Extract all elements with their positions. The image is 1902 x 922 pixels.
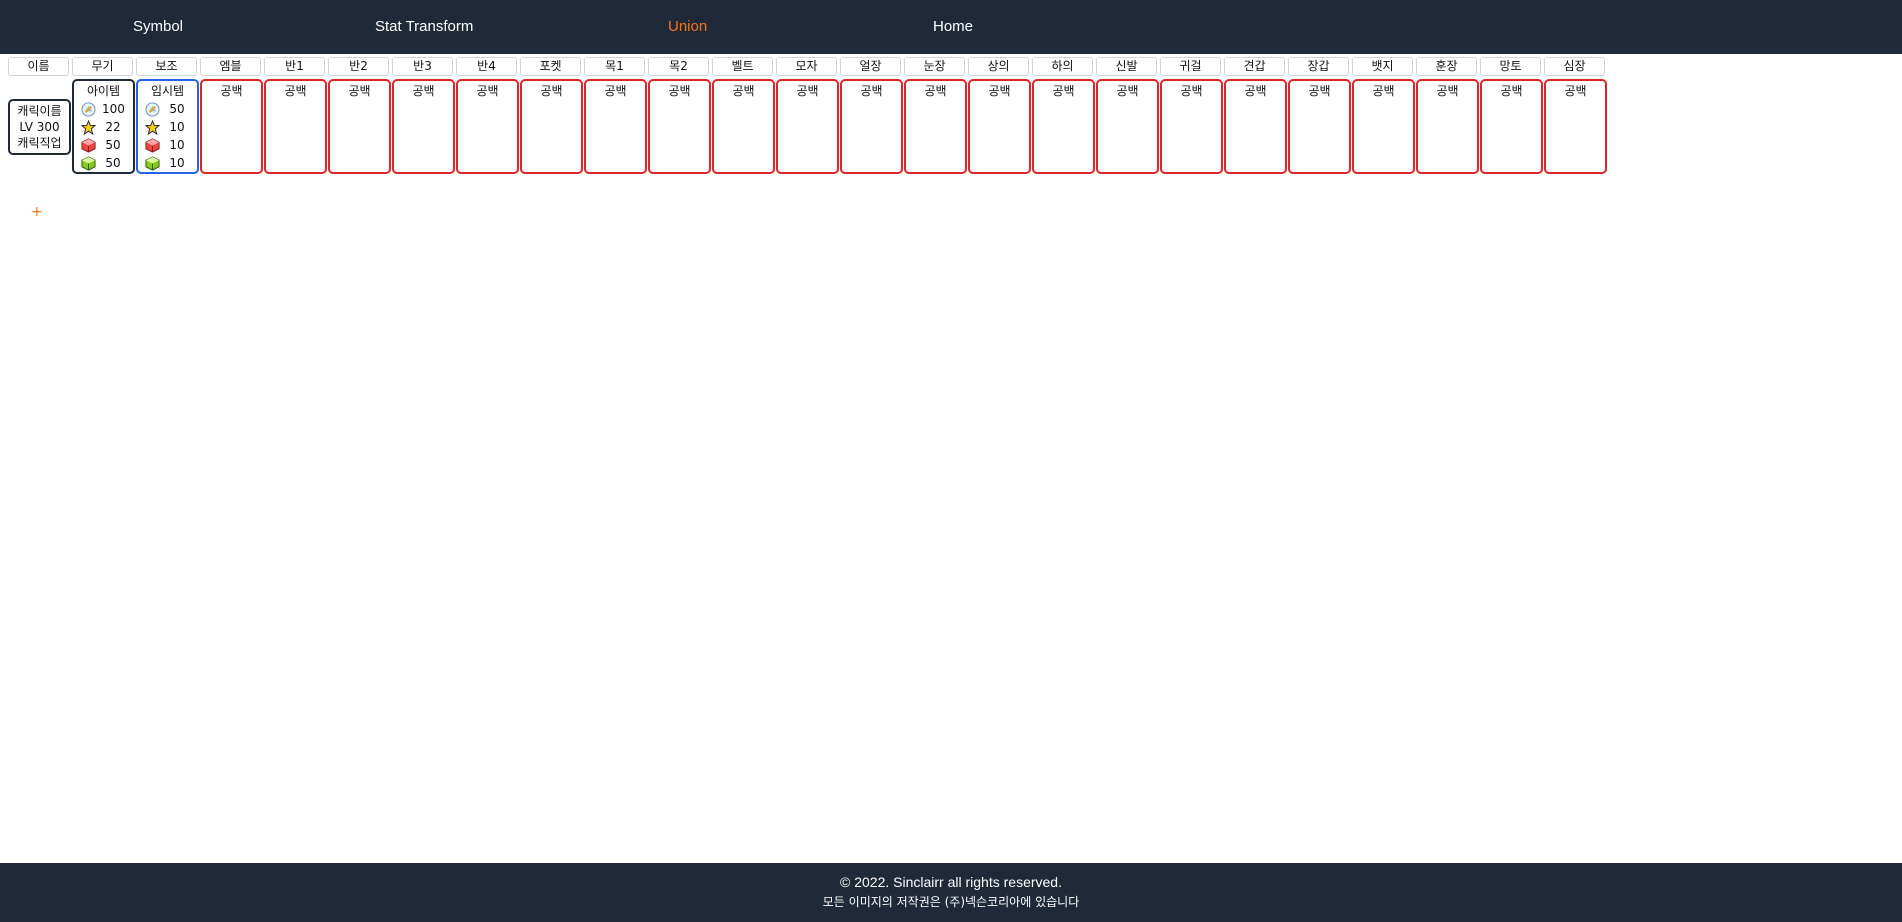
stat-value: 10 <box>169 120 185 134</box>
column-header: 하의 <box>1032 57 1093 76</box>
weapon-slot[interactable]: 아이템 100 22 50 50 <box>72 79 135 174</box>
column-header: 상의 <box>968 57 1029 76</box>
stat-value: 50 <box>169 102 185 116</box>
stat-row: 10 <box>138 154 197 172</box>
empty-equipment-slot[interactable]: 공백 <box>1352 79 1415 174</box>
star-icon <box>144 119 161 135</box>
add-character-button[interactable]: + <box>31 204 43 220</box>
footer-image-copyright-notice: 모든 이미지의 저작권은 (주)넥슨코리아에 있습니다 <box>822 895 1080 909</box>
column-header: 반4 <box>456 57 517 76</box>
empty-equipment-slot[interactable]: 공백 <box>968 79 1031 174</box>
column-header: 반3 <box>392 57 453 76</box>
empty-equipment-slot[interactable]: 공백 <box>1480 79 1543 174</box>
star-icon <box>80 119 97 135</box>
empty-equipment-slot[interactable]: 공백 <box>1160 79 1223 174</box>
character-name: 캐릭이름 <box>17 104 62 118</box>
stat-value: 10 <box>169 138 185 152</box>
empty-equipment-slot[interactable]: 공백 <box>648 79 711 174</box>
column-header: 목2 <box>648 57 709 76</box>
nav-link-home[interactable]: Home <box>933 18 973 36</box>
weapon-slot-title: 아이템 <box>86 84 121 98</box>
empty-equipment-slot[interactable]: 공백 <box>776 79 839 174</box>
column-header: 보조 <box>136 57 197 76</box>
top-navigation-bar: Symbol Stat Transform Union Home <box>0 0 1902 54</box>
column-header: 귀걸 <box>1160 57 1221 76</box>
scroll-icon <box>81 101 96 117</box>
secondary-slot-title: 임시템 <box>150 84 185 98</box>
empty-equipment-slot[interactable]: 공백 <box>520 79 583 174</box>
footer-copyright: © 2022. Sinclairr all rights reserved. <box>840 874 1062 890</box>
column-header: 망토 <box>1480 57 1541 76</box>
column-header: 모자 <box>776 57 837 76</box>
empty-equipment-slot[interactable]: 공백 <box>1224 79 1287 174</box>
scroll-icon <box>145 101 160 117</box>
empty-equipment-slot[interactable]: 공백 <box>200 79 263 174</box>
column-header: 얼장 <box>840 57 901 76</box>
column-header: 반2 <box>328 57 389 76</box>
red-cube-icon <box>145 137 160 153</box>
stat-row: 10 <box>138 136 197 154</box>
footer: © 2022. Sinclairr all rights reserved. 모… <box>0 863 1902 922</box>
empty-equipment-slot[interactable]: 공백 <box>1416 79 1479 174</box>
column-header: 반1 <box>264 57 325 76</box>
stat-value: 50 <box>105 138 121 152</box>
stat-row: 100 <box>74 100 133 118</box>
empty-equipment-slot[interactable]: 공백 <box>456 79 519 174</box>
column-header: 무기 <box>72 57 133 76</box>
empty-equipment-slot[interactable]: 공백 <box>328 79 391 174</box>
nav-link-symbol[interactable]: Symbol <box>133 18 183 36</box>
column-header: 이름 <box>8 57 69 76</box>
column-header: 목1 <box>584 57 645 76</box>
stat-value: 100 <box>102 102 125 116</box>
stat-row: 50 <box>74 136 133 154</box>
column-header: 심장 <box>1544 57 1605 76</box>
stat-row: 50 <box>138 100 197 118</box>
stat-row: 50 <box>74 154 133 172</box>
column-header: 벨트 <box>712 57 773 76</box>
empty-equipment-slot[interactable]: 공백 <box>1032 79 1095 174</box>
column-header: 신발 <box>1096 57 1157 76</box>
empty-equipment-slot[interactable]: 공백 <box>840 79 903 174</box>
column-header: 눈장 <box>904 57 965 76</box>
stat-value: 50 <box>105 156 121 170</box>
empty-equipment-slot[interactable]: 공백 <box>1544 79 1607 174</box>
column-header: 포켓 <box>520 57 581 76</box>
empty-equipment-slot[interactable]: 공백 <box>584 79 647 174</box>
column-header: 훈장 <box>1416 57 1477 76</box>
character-card[interactable]: 캐릭이름 LV 300 캐릭직업 <box>8 99 71 155</box>
empty-equipment-slot[interactable]: 공백 <box>392 79 455 174</box>
character-job: 캐릭직업 <box>17 136 62 150</box>
column-header: 장갑 <box>1288 57 1349 76</box>
empty-equipment-slot[interactable]: 공백 <box>264 79 327 174</box>
empty-equipment-slot[interactable]: 공백 <box>1288 79 1351 174</box>
empty-equipment-slot[interactable]: 공백 <box>712 79 775 174</box>
column-header: 견갑 <box>1224 57 1285 76</box>
stat-row: 10 <box>138 118 197 136</box>
character-level: LV 300 <box>19 120 60 134</box>
red-cube-icon <box>81 137 96 153</box>
empty-equipment-slot[interactable]: 공백 <box>1096 79 1159 174</box>
secondary-slot[interactable]: 임시템 50 10 10 10 <box>136 79 199 174</box>
nav-link-stat-transform[interactable]: Stat Transform <box>375 18 473 36</box>
stat-row: 22 <box>74 118 133 136</box>
stat-value: 22 <box>105 120 121 134</box>
empty-equipment-slot[interactable]: 공백 <box>904 79 967 174</box>
column-header: 뱃지 <box>1352 57 1413 76</box>
nav-link-union[interactable]: Union <box>668 18 707 36</box>
green-cube-icon <box>81 155 96 171</box>
stat-value: 10 <box>169 156 185 170</box>
green-cube-icon <box>145 155 160 171</box>
column-header: 엠블 <box>200 57 261 76</box>
